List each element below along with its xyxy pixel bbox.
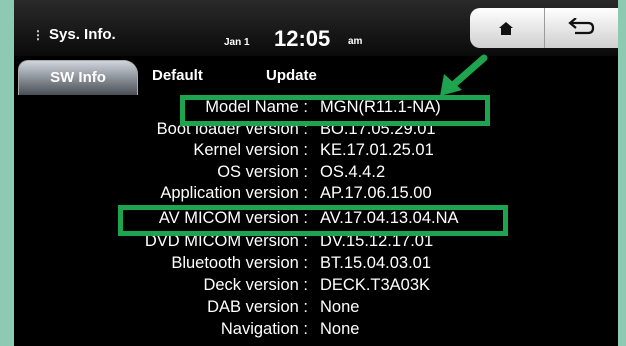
info-value: None — [320, 320, 360, 338]
info-value: BT.15.04.03.01 — [320, 254, 432, 272]
info-value: DECK.T3A03K — [320, 276, 431, 294]
highlight-box-av-micom — [118, 205, 508, 236]
info-label: DAB version : — [207, 298, 308, 316]
info-label: Navigation : — [220, 320, 308, 338]
info-label: OS version : — [217, 162, 308, 181]
back-arrow-icon — [568, 18, 595, 35]
tab-update[interactable]: Update — [266, 67, 317, 84]
info-label: Deck version : — [203, 276, 308, 294]
date-display: Jan 1 — [224, 37, 250, 48]
info-label: Bluetooth version : — [171, 254, 308, 272]
info-label: Kernel version : — [193, 141, 308, 159]
clock-time: 12:05 — [274, 26, 331, 51]
info-row-application: Application version : AP.17.06.15.00 — [14, 184, 618, 206]
info-value: None — [320, 298, 360, 316]
info-row-navigation: Navigation : None — [14, 320, 618, 342]
info-row-kernel: Kernel version : KE.17.01.25.01 — [14, 141, 618, 163]
app-title[interactable]: ⋮ Sys. Info. — [32, 26, 116, 43]
vertical-dots-icon: ⋮ — [32, 28, 44, 42]
info-value: AP.17.06.15.00 — [320, 184, 432, 202]
infotainment-screen: ⋮ Sys. Info. Jan 1 12:05 am SW Info Defau… — [14, 0, 618, 346]
info-row-os: OS version : OS.4.4.2 — [14, 163, 618, 185]
app-title-text: Sys. Info. — [49, 26, 116, 43]
top-bar: ⋮ Sys. Info. Jan 1 12:05 am — [14, 0, 618, 56]
clock-ampm: am — [348, 36, 363, 47]
info-row-deck: Deck version : DECK.T3A03K — [14, 276, 618, 298]
tab-bar: SW Info Default Update — [14, 56, 618, 96]
info-row-bluetooth: Bluetooth version : BT.15.04.03.01 — [14, 254, 618, 276]
info-row-dab: DAB version : None — [14, 298, 618, 320]
home-icon — [499, 21, 513, 35]
back-button[interactable] — [544, 8, 617, 48]
green-arrow-icon — [440, 54, 488, 96]
highlight-box-model-name — [180, 95, 490, 126]
home-button[interactable] — [470, 8, 542, 48]
info-value: KE.17.01.25.01 — [320, 141, 434, 159]
tab-default[interactable]: Default — [152, 67, 203, 84]
info-label: Application version : — [160, 184, 308, 202]
nav-button-group — [470, 8, 618, 48]
info-value: OS.4.4.2 — [320, 162, 386, 181]
tab-sw-info[interactable]: SW Info — [18, 60, 138, 95]
